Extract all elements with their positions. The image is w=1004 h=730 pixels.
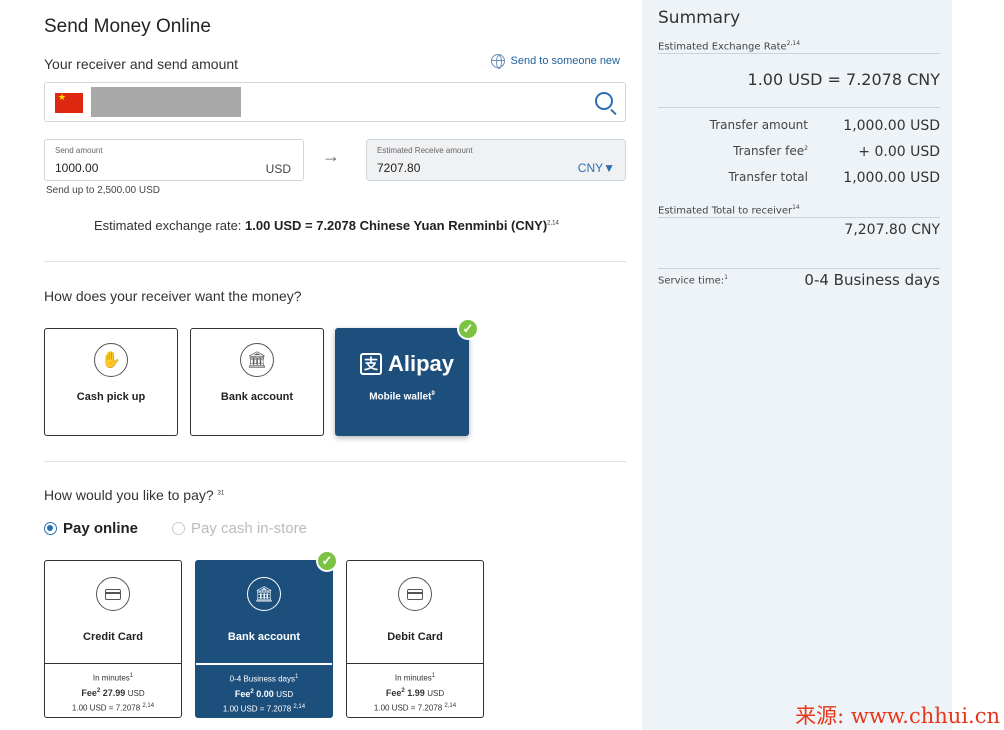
receive-amount-value: 7207.80 bbox=[377, 161, 421, 175]
exchange-rate-value: 1.00 USD = 7.2078 Chinese Yuan Renminbi … bbox=[245, 218, 548, 233]
divider bbox=[658, 53, 940, 54]
send-limit-note: Send up to 2,500.00 USD bbox=[46, 185, 160, 196]
send-money-form: Send Money Online Your receiver and send… bbox=[0, 0, 640, 730]
cash-hand-icon: ✋ bbox=[94, 343, 128, 377]
summary-total-value: 7,207.80 CNY bbox=[844, 222, 940, 238]
radio-pay-cash[interactable] bbox=[172, 522, 186, 535]
pay-card-label: Credit Card bbox=[83, 631, 143, 643]
pay-card-label: Bank account bbox=[227, 631, 301, 643]
option-mobile-wallet[interactable]: 支 Alipay Mobile wallet9 bbox=[335, 328, 469, 436]
summary-rate-label: Estimated Exchange Rate2,14 bbox=[658, 40, 801, 53]
check-icon: ✓ bbox=[457, 318, 479, 340]
summary-total-label: Estimated Total to receiver14 bbox=[658, 204, 800, 217]
pay-card-credit[interactable]: Credit Card In minutes1 Fee2 27.99 USD 1… bbox=[44, 560, 182, 718]
receiver-search-field[interactable] bbox=[44, 82, 626, 122]
send-new-label: Send to someone new bbox=[510, 55, 620, 67]
summary-row-transfer-total: Transfer total 1,000.00 USD bbox=[728, 170, 940, 186]
send-to-someone-new-link[interactable]: Send to someone new bbox=[490, 54, 620, 69]
page-title: Send Money Online bbox=[44, 16, 211, 37]
globe-icon bbox=[490, 54, 505, 69]
option-cash-pick-up[interactable]: ✋ Cash pick up bbox=[44, 328, 178, 436]
redacted-receiver-name bbox=[91, 87, 241, 117]
receive-method-question: How does your receiver want the money? bbox=[44, 288, 302, 304]
arrow-right-icon: → bbox=[322, 146, 340, 166]
alipay-logo: 支 Alipay bbox=[360, 351, 454, 377]
receiver-section-title: Your receiver and send amount bbox=[44, 56, 239, 72]
radio-pay-online[interactable] bbox=[44, 522, 57, 535]
search-icon[interactable] bbox=[595, 92, 613, 110]
alipay-mark-icon: 支 bbox=[360, 353, 382, 375]
divider bbox=[44, 461, 626, 462]
summary-panel: Summary Estimated Exchange Rate2,14 1.00… bbox=[642, 0, 952, 730]
exchange-rate-sup: 2,14 bbox=[547, 220, 559, 227]
payment-question: How would you like to pay? 31 bbox=[44, 487, 225, 503]
option-label: Mobile wallet9 bbox=[369, 391, 435, 403]
summary-row-transfer-amount: Transfer amount 1,000.00 USD bbox=[709, 118, 940, 134]
summary-title: Summary bbox=[658, 8, 741, 28]
divider bbox=[658, 217, 940, 218]
pay-card-details: In minutes1 Fee2 1.99 USD 1.00 USD = 7.2… bbox=[347, 663, 483, 717]
send-currency: USD bbox=[265, 162, 291, 176]
check-icon: ✓ bbox=[316, 550, 338, 572]
pay-card-details: In minutes1 Fee2 27.99 USD 1.00 USD = 7.… bbox=[45, 663, 181, 717]
summary-row-transfer-fee: Transfer fee2 + 0.00 USD bbox=[733, 144, 940, 160]
debit-card-icon bbox=[398, 577, 432, 611]
pay-card-label: Debit Card bbox=[387, 631, 443, 643]
payment-type-radios: Pay online Pay cash in-store bbox=[44, 520, 307, 537]
divider bbox=[658, 107, 940, 108]
summary-rate-value: 1.00 USD = 7.2078 CNY bbox=[747, 70, 940, 89]
summary-service-label: Service time:1 bbox=[658, 274, 728, 287]
send-amount-field[interactable]: Send amount 1000.00 USD bbox=[44, 139, 304, 181]
receive-amount-field: Estimated Receive amount 7207.80 CNY▼ bbox=[366, 139, 626, 181]
alipay-wordmark: Alipay bbox=[388, 351, 455, 376]
credit-card-icon bbox=[96, 577, 130, 611]
send-amount-value[interactable]: 1000.00 bbox=[55, 161, 98, 175]
radio-pay-online-label[interactable]: Pay online bbox=[63, 520, 138, 537]
china-flag-icon bbox=[55, 93, 83, 113]
receive-currency-dropdown[interactable]: CNY▼ bbox=[578, 161, 615, 175]
exchange-rate-line: Estimated exchange rate: 1.00 USD = 7.20… bbox=[94, 218, 559, 233]
summary-service-value: 0-4 Business days bbox=[804, 271, 940, 289]
pay-card-debit[interactable]: Debit Card In minutes1 Fee2 1.99 USD 1.0… bbox=[346, 560, 484, 718]
pay-card-bank-account[interactable]: 🏛 Bank account 0-4 Business days1 Fee2 0… bbox=[195, 560, 333, 718]
option-bank-account[interactable]: 🏛 Bank account bbox=[190, 328, 324, 436]
send-amount-label: Send amount bbox=[55, 146, 103, 155]
pay-card-details: 0-4 Business days1 Fee2 0.00 USD 1.00 US… bbox=[196, 663, 332, 717]
option-label: Bank account bbox=[220, 391, 294, 403]
exchange-rate-prefix: Estimated exchange rate: bbox=[94, 218, 246, 233]
bank-icon: 🏛 bbox=[240, 343, 274, 377]
option-label: Cash pick up bbox=[76, 391, 146, 403]
receive-amount-label: Estimated Receive amount bbox=[377, 146, 473, 155]
bank-icon: 🏛 bbox=[247, 577, 281, 611]
divider bbox=[658, 268, 940, 269]
radio-pay-cash-label[interactable]: Pay cash in-store bbox=[191, 520, 307, 537]
source-watermark: 来源: www.chhui.cn bbox=[795, 704, 1000, 728]
divider bbox=[44, 261, 626, 262]
